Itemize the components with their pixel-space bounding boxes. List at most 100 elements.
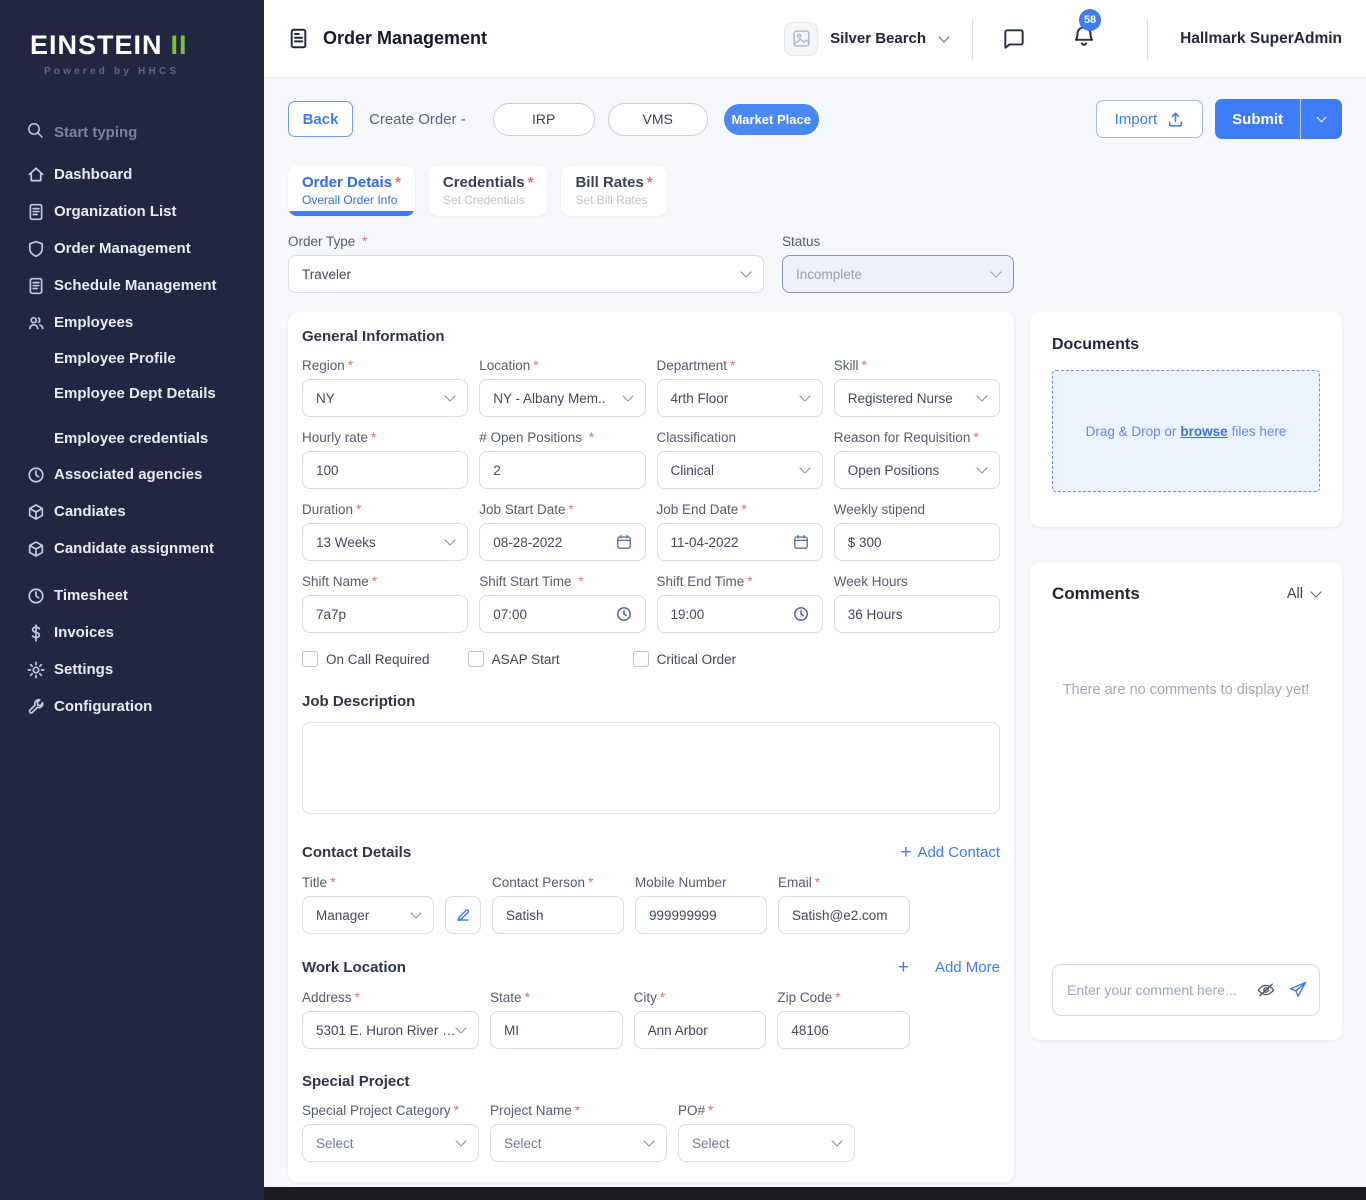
eye-off-icon[interactable] — [1256, 980, 1276, 1000]
plus-icon: + — [900, 843, 911, 862]
home-icon — [26, 165, 45, 184]
address-select[interactable]: 5301 E. Huron River Dr. — [302, 1011, 479, 1049]
import-button[interactable]: Import — [1096, 100, 1204, 138]
field-contact-email: Email* Satish@e2.com — [778, 875, 910, 934]
critical-order-checkbox[interactable] — [633, 651, 649, 667]
clock-icon — [793, 606, 809, 622]
order-flags: On Call Required ASAP Start Critical Ord… — [302, 651, 1000, 667]
chevron-down-icon — [1317, 112, 1327, 122]
week-hours-input[interactable]: 36 Hours — [834, 595, 1000, 633]
sidebar-item-employee-profile[interactable]: Employee Profile — [0, 341, 264, 376]
shift-end-time-input[interactable]: 19:00 — [657, 595, 823, 633]
job-start-date-input[interactable]: 08-28-2022 — [479, 523, 645, 561]
region-select[interactable]: NY — [302, 379, 468, 417]
sidebar-item-invoices[interactable]: Invoices — [0, 614, 264, 651]
notifications-button[interactable]: 58 — [1071, 23, 1097, 54]
section-title-general-information: General Information — [302, 328, 1000, 345]
chevron-down-icon — [976, 462, 987, 473]
contact-person-input[interactable]: Satish — [492, 896, 624, 934]
sidebar-search[interactable] — [0, 121, 264, 144]
on-call-required-checkbox[interactable] — [302, 651, 318, 667]
field-duration: Duration* 13 Weeks — [302, 502, 468, 561]
section-title-contact-details: Contact Details — [302, 844, 411, 861]
location-select[interactable]: NY - Albany Mem.. — [479, 379, 645, 417]
job-end-date-input[interactable]: 11-04-2022 — [657, 523, 823, 561]
contact-title-select[interactable]: Manager — [302, 896, 434, 934]
department-select[interactable]: 4rth Floor — [657, 379, 823, 417]
reason-for-requisition-select[interactable]: Open Positions — [834, 451, 1000, 489]
vms-button[interactable]: VMS — [608, 103, 708, 136]
documents-title: Documents — [1052, 336, 1320, 354]
checkbox-label: ASAP Start — [492, 652, 560, 667]
special-project-category-select[interactable]: Select — [302, 1124, 479, 1162]
city-input[interactable]: Ann Arbor — [634, 1011, 767, 1049]
chevron-down-icon — [622, 390, 633, 401]
weekly-stipend-input[interactable]: $ 300 — [834, 523, 1000, 561]
shift-name-input[interactable]: 7a7p — [302, 595, 468, 633]
clock-icon — [616, 606, 632, 622]
submit-button[interactable]: Submit — [1215, 99, 1300, 139]
state-input[interactable]: MI — [490, 1011, 623, 1049]
back-button[interactable]: Back — [288, 101, 353, 137]
tab-credentials[interactable]: Credentials* Set Credentials — [429, 166, 548, 216]
field-state: State* MI — [490, 990, 623, 1049]
sidebar-item-organization-list[interactable]: Organization List — [0, 193, 264, 230]
edit-contact-button[interactable] — [445, 896, 481, 934]
irp-button[interactable]: IRP — [493, 103, 595, 136]
field-mobile-number: Mobile Number 999999999 — [635, 875, 767, 934]
asap-start-checkbox[interactable] — [468, 651, 484, 667]
sidebar-item-timesheet[interactable]: Timesheet — [0, 577, 264, 614]
field-special-project-category: Special Project Category* Select — [302, 1103, 479, 1162]
logo-suffix: II — [171, 30, 188, 60]
browse-link[interactable]: browse — [1180, 424, 1227, 439]
sidebar-item-label: Associated agencies — [54, 466, 202, 483]
comments-filter-select[interactable]: All — [1287, 586, 1320, 602]
sidebar-item-settings[interactable]: Settings — [0, 651, 264, 688]
chat-icon[interactable] — [1001, 26, 1027, 52]
tab-bill-rates[interactable]: Bill Rates* Set Bill Rates — [561, 166, 666, 216]
org-chevron-down-icon[interactable] — [938, 31, 949, 42]
sidebar-item-associated-agencies[interactable]: Associated agencies — [0, 456, 264, 493]
skill-select[interactable]: Registered Nurse — [834, 379, 1000, 417]
zip-code-input[interactable]: 48106 — [777, 1011, 910, 1049]
sidebar-item-dashboard[interactable]: Dashboard — [0, 156, 264, 193]
field-shift-name: Shift Name* 7a7p — [302, 574, 468, 633]
job-description-textarea[interactable] — [302, 722, 1000, 814]
sidebar-item-employee-dept-details[interactable]: Employee Dept Details — [0, 376, 264, 411]
search-input[interactable] — [54, 124, 224, 141]
sidebar-item-candidate-assignment[interactable]: Candidate assignment — [0, 530, 264, 567]
sidebar-item-configuration[interactable]: Configuration — [0, 688, 264, 725]
sidebar-item-candiates[interactable]: Candiates — [0, 493, 264, 530]
project-name-select[interactable]: Select — [490, 1124, 667, 1162]
contact-email-input[interactable]: Satish@e2.com — [778, 896, 910, 934]
mobile-number-input[interactable]: 999999999 — [635, 896, 767, 934]
shift-start-time-input[interactable]: 07:00 — [479, 595, 645, 633]
submit-dropdown-button[interactable] — [1300, 99, 1342, 139]
checkbox-label: Critical Order — [657, 652, 737, 667]
po-number-select[interactable]: Select — [678, 1124, 855, 1162]
sidebar-item-order-management[interactable]: Order Management — [0, 230, 264, 267]
duration-select[interactable]: 13 Weeks — [302, 523, 468, 561]
tab-order-details[interactable]: Order Detais* Overall Order Info — [288, 166, 415, 216]
add-contact-button[interactable]: + Add Contact — [900, 843, 1000, 862]
sidebar-item-label: Dashboard — [54, 166, 132, 183]
logo-text: EINSTEIN — [30, 30, 163, 60]
bottom-scrollbar[interactable] — [264, 1187, 1366, 1200]
sidebar-item-schedule-management[interactable]: Schedule Management — [0, 267, 264, 304]
file-dropzone[interactable]: Drag & Drop orbrowsefiles here — [1052, 370, 1320, 492]
open-positions-input[interactable]: 2 — [479, 451, 645, 489]
org-image-placeholder-icon — [784, 22, 818, 56]
hourly-rate-input[interactable]: 100 — [302, 451, 468, 489]
classification-select[interactable]: Clinical — [657, 451, 823, 489]
market-place-button[interactable]: Market Place — [724, 104, 819, 135]
field-contact-title: Title* Manager — [302, 875, 434, 934]
send-icon[interactable] — [1288, 980, 1308, 1000]
sidebar-item-employees[interactable]: Employees — [0, 304, 264, 341]
cube-icon — [26, 502, 45, 521]
add-work-location-button[interactable]: + Add More — [898, 958, 1000, 977]
field-open-positions: # Open Positions * 2 — [479, 430, 645, 489]
order-type-select[interactable]: Traveler — [288, 255, 764, 293]
user-name[interactable]: Hallmark SuperAdmin — [1180, 30, 1342, 48]
sidebar-item-employee-credentials[interactable]: Employee credentials — [0, 421, 264, 456]
sidebar-item-label: Invoices — [54, 624, 114, 641]
